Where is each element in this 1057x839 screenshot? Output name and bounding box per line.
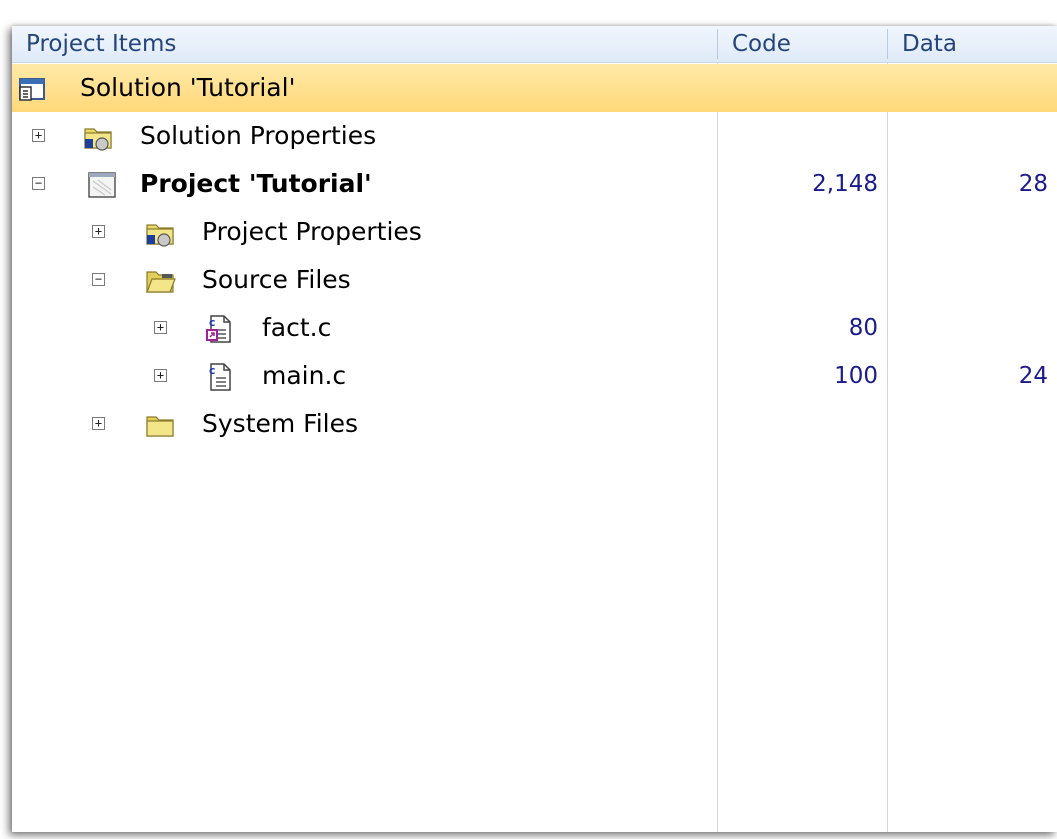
header-data[interactable]: Data — [888, 26, 1057, 62]
tree-row-fact-c[interactable]: + c fact.c 80 — [12, 304, 1057, 352]
row-label: fact.c — [262, 313, 332, 342]
row-code: 100 — [834, 363, 878, 389]
row-label: Solution 'Tutorial' — [80, 73, 296, 102]
row-code: 80 — [848, 315, 878, 341]
tree-row-project[interactable]: − Project 'Tutorial' 2,148 28 — [12, 160, 1057, 208]
row-label: main.c — [262, 361, 347, 390]
tree-row-project-properties[interactable]: + Project Properties — [12, 208, 1057, 256]
header-code[interactable]: Code — [718, 26, 892, 62]
c-file-icon: c — [209, 363, 231, 391]
row-label: Source Files — [202, 265, 351, 294]
row-code: 2,148 — [812, 171, 878, 197]
project-items-panel: Project Items Code Data Solution 'Tutori… — [12, 26, 1057, 832]
row-label: System Files — [202, 409, 359, 438]
tree-row-system-files[interactable]: + System Files — [12, 400, 1057, 448]
folder-icon — [146, 416, 174, 437]
tree-row-source-files[interactable]: − Source Files — [12, 256, 1057, 304]
expand-icon[interactable]: + — [154, 369, 167, 382]
row-label: Solution Properties — [140, 121, 377, 150]
expand-icon[interactable]: + — [154, 321, 167, 334]
properties-folder-icon — [146, 224, 174, 247]
svg-text:c: c — [209, 364, 216, 377]
tree-row-solution[interactable]: Solution 'Tutorial' — [12, 64, 1057, 112]
tree-row-main-c[interactable]: + c main.c 100 24 — [12, 352, 1057, 400]
open-folder-icon — [146, 271, 176, 293]
tree-row-solution-properties[interactable]: + Solution Properties — [12, 112, 1057, 160]
row-data: 28 — [1018, 171, 1048, 197]
expand-icon[interactable]: + — [92, 417, 105, 430]
row-data: 24 — [1018, 363, 1048, 389]
collapse-icon[interactable]: − — [92, 273, 105, 286]
solution-icon — [19, 78, 45, 101]
expand-icon[interactable]: + — [92, 225, 105, 238]
row-label: Project Properties — [202, 217, 422, 246]
properties-folder-icon — [84, 128, 112, 151]
column-header: Project Items Code Data — [12, 26, 1057, 63]
expand-icon[interactable]: + — [32, 129, 45, 142]
svg-text:c: c — [209, 316, 216, 329]
project-icon — [88, 172, 116, 198]
row-label: Project 'Tutorial' — [140, 169, 372, 198]
c-file-link-icon: c — [206, 315, 231, 343]
header-project-items[interactable]: Project Items — [12, 26, 716, 62]
collapse-icon[interactable]: − — [32, 177, 45, 190]
